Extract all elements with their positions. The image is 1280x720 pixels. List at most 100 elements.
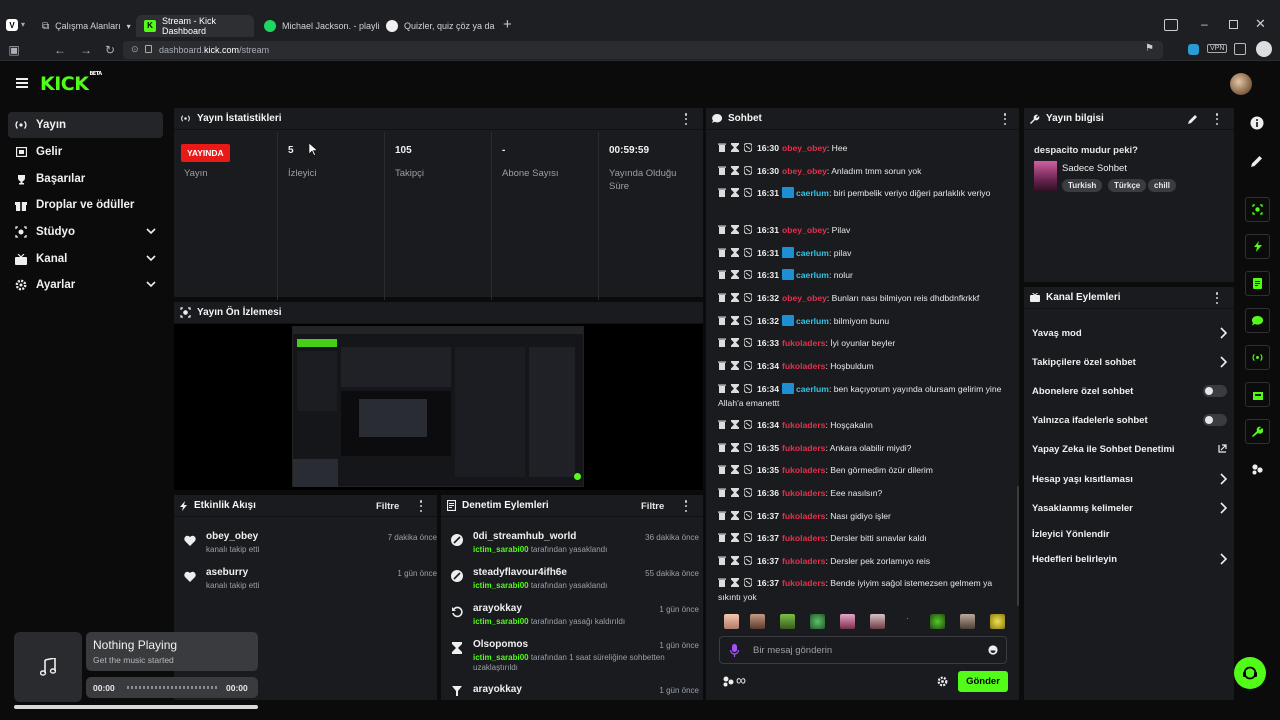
emote-icon[interactable] <box>960 614 975 629</box>
tag-chip[interactable]: Türkçe <box>1108 179 1147 192</box>
chat-scrollbar[interactable] <box>1017 486 1019 606</box>
url-input[interactable]: ⊙ dashboard. kick.com/stream ⚑ <box>123 41 1163 59</box>
delete-icon[interactable] <box>718 316 726 325</box>
timeout-hourglass-icon[interactable] <box>731 270 739 279</box>
more-options-icon[interactable] <box>1003 113 1007 125</box>
chat-settings-gear-icon[interactable] <box>937 676 948 687</box>
chat-username[interactable]: obey_obey <box>782 166 827 176</box>
goals-row[interactable]: Hedefleri belirleyin <box>1032 549 1227 569</box>
chat-username[interactable]: fukoladers <box>782 533 825 543</box>
ban-shield-icon[interactable] <box>744 143 752 152</box>
ban-shield-icon[interactable] <box>744 443 752 452</box>
emotes-only-toggle[interactable] <box>1203 414 1227 426</box>
ban-shield-icon[interactable] <box>744 465 752 474</box>
followers-only-row[interactable]: Takipçilere özel sohbet <box>1032 352 1227 372</box>
hamburger-menu-icon[interactable] <box>16 78 28 88</box>
timeout-hourglass-icon[interactable] <box>731 384 739 393</box>
rail-broadcast-button[interactable] <box>1245 345 1270 370</box>
emoji-icon[interactable] <box>988 645 998 655</box>
banned-words-row[interactable]: Yasaklanmış kelimeler <box>1032 498 1227 518</box>
emote-icon[interactable] <box>840 614 855 629</box>
chat-username[interactable]: obey_obey <box>782 225 827 235</box>
maximize-icon[interactable] <box>1229 20 1238 29</box>
timeout-hourglass-icon[interactable] <box>731 361 739 370</box>
chat-username[interactable]: fukoladers <box>782 511 825 521</box>
chat-input[interactable]: Bir mesaj gönderin <box>719 636 1007 664</box>
tab-quiz[interactable]: Quizler, quiz çöz ya da quiz <box>378 15 496 37</box>
chevron-down-icon[interactable] <box>145 225 157 237</box>
kick-logo[interactable]: KICKBETA <box>40 71 102 95</box>
forward-arrow-icon[interactable]: → <box>78 42 94 58</box>
track-progress-bar[interactable] <box>127 686 217 689</box>
more-options-icon[interactable] <box>1215 292 1219 304</box>
raid-row[interactable]: İzleyici Yönlendir <box>1032 524 1227 544</box>
vpn-button[interactable]: VPN <box>1207 44 1228 53</box>
delete-icon[interactable] <box>718 578 726 587</box>
emote-icon[interactable] <box>870 614 885 629</box>
ban-shield-icon[interactable] <box>744 578 752 587</box>
sidebar-toggle-icon[interactable]: ▣ <box>6 42 22 58</box>
slow-mode-row[interactable]: Yavaş mod <box>1032 323 1227 343</box>
delete-icon[interactable] <box>718 188 726 197</box>
ban-shield-icon[interactable] <box>744 384 752 393</box>
more-options-icon[interactable] <box>684 113 688 125</box>
browser-menu-icon[interactable]: V <box>6 19 18 31</box>
delete-icon[interactable] <box>718 248 726 257</box>
timeout-hourglass-icon[interactable] <box>731 188 739 197</box>
chevron-down-icon[interactable]: ▾ <box>21 20 25 29</box>
timeout-hourglass-icon[interactable] <box>731 511 739 520</box>
delete-icon[interactable] <box>718 533 726 542</box>
ban-shield-icon[interactable] <box>744 420 752 429</box>
stream-preview-video[interactable] <box>174 324 703 490</box>
emote-icon[interactable] <box>724 614 739 629</box>
chat-username[interactable]: fukoladers <box>782 443 825 453</box>
profile-avatar-icon[interactable] <box>1256 41 1272 57</box>
chat-username[interactable]: obey_obey <box>782 293 827 303</box>
chat-username[interactable]: fukoladers <box>782 578 825 588</box>
ban-shield-icon[interactable] <box>744 293 752 302</box>
chevron-down-icon[interactable] <box>145 278 157 290</box>
tab-workspaces[interactable]: ⧉ Çalışma Alanları ▾ <box>34 15 139 37</box>
minimize-icon[interactable]: – <box>1201 17 1208 31</box>
delete-icon[interactable] <box>718 488 726 497</box>
nav-item-ayarlar[interactable]: Ayarlar <box>8 272 163 298</box>
ban-shield-icon[interactable] <box>744 488 752 497</box>
chat-username[interactable]: obey_obey <box>782 143 827 153</box>
ban-shield-icon[interactable] <box>744 188 752 197</box>
rail-channel-button[interactable] <box>1245 382 1270 407</box>
user-avatar[interactable] <box>1230 73 1252 95</box>
reload-icon[interactable]: ↻ <box>102 42 118 58</box>
rail-studio-button[interactable] <box>1245 197 1270 222</box>
horizontal-scrollbar[interactable] <box>14 705 258 709</box>
ban-shield-icon[interactable] <box>744 556 752 565</box>
chat-username[interactable]: fukoladers <box>782 556 825 566</box>
tag-chip[interactable]: Turkish <box>1062 179 1103 192</box>
emote-icon[interactable]: · <box>900 614 915 629</box>
delete-icon[interactable] <box>718 511 726 520</box>
nav-item-studyo[interactable]: Stüdyo <box>8 219 163 245</box>
delete-icon[interactable] <box>718 384 726 393</box>
timeout-hourglass-icon[interactable] <box>731 166 739 175</box>
timeout-hourglass-icon[interactable] <box>731 248 739 257</box>
delete-icon[interactable] <box>718 270 726 279</box>
emote-icon[interactable] <box>780 614 795 629</box>
chat-username[interactable]: fukoladers <box>782 420 825 430</box>
delete-icon[interactable] <box>718 338 726 347</box>
ban-shield-icon[interactable] <box>744 270 752 279</box>
ban-shield-icon[interactable] <box>744 533 752 542</box>
more-apps-icon[interactable] <box>1251 463 1263 475</box>
chat-username[interactable]: caerlum <box>796 270 829 280</box>
delete-icon[interactable] <box>718 143 726 152</box>
edit-pencil-icon[interactable] <box>1251 155 1263 167</box>
emote-icon[interactable] <box>930 614 945 629</box>
chat-username[interactable]: caerlum <box>796 384 829 394</box>
chat-username[interactable]: caerlum <box>796 248 829 258</box>
rail-bolt-button[interactable] <box>1245 234 1270 259</box>
delete-icon[interactable] <box>718 420 726 429</box>
ban-shield-icon[interactable] <box>744 361 752 370</box>
delete-icon[interactable] <box>718 225 726 234</box>
timeout-hourglass-icon[interactable] <box>731 533 739 542</box>
account-age-row[interactable]: Hesap yaşı kısıtlaması <box>1032 469 1227 489</box>
infinity-icon[interactable]: ∞ <box>736 672 746 688</box>
activity-filter-button[interactable]: Filtre <box>376 501 399 512</box>
